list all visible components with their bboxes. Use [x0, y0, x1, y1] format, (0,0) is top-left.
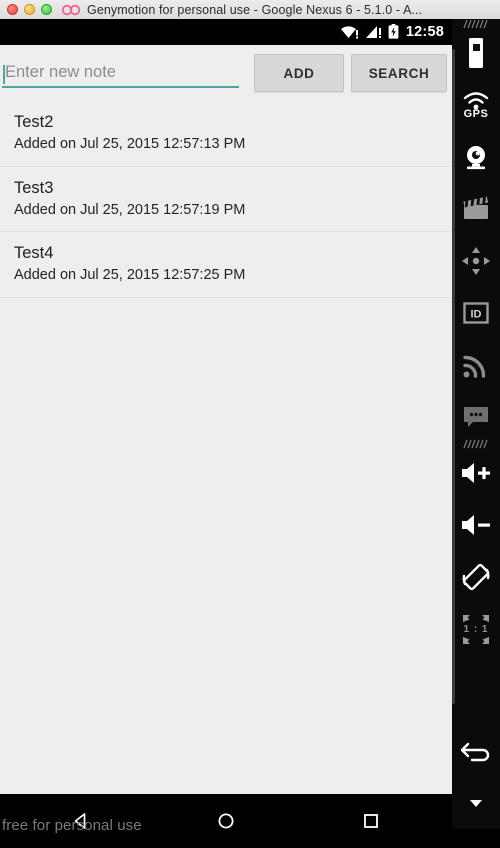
gps-icon[interactable]: GPS [452, 79, 500, 131]
cellular-warning-icon [365, 25, 383, 39]
zoom-one-to-one-icon[interactable]: 1 : 1 [452, 603, 500, 655]
note-toolbar: ADD SEARCH [0, 45, 452, 101]
note-timestamp: Added on Jul 25, 2015 12:57:13 PM [14, 136, 246, 153]
input-underline [2, 86, 239, 88]
dpad-icon[interactable] [452, 235, 500, 287]
note-list[interactable]: Test2 Added on Jul 25, 2015 12:57:13 PM … [0, 101, 452, 794]
device-screen: 12:58 ADD SEARCH Test2 Added on Jul 25, … [0, 19, 452, 848]
genymotion-logo-icon [61, 4, 81, 16]
android-nav-bar [0, 794, 452, 848]
note-input[interactable] [2, 58, 239, 88]
genymotion-toolbar: GPS ID 1: 1 [452, 19, 500, 829]
search-button[interactable]: SEARCH [351, 54, 447, 92]
status-clock: 12:58 [405, 23, 444, 40]
minimize-button[interactable] [24, 4, 35, 15]
recents-square-icon[interactable] [351, 801, 391, 841]
divider [463, 19, 488, 29]
window-title: Genymotion for personal use - Google Nex… [87, 2, 423, 17]
volume-down-icon[interactable] [452, 499, 500, 551]
note-title: Test4 [14, 244, 54, 263]
volume-up-icon[interactable] [452, 447, 500, 499]
note-input-wrapper[interactable] [2, 54, 239, 92]
home-circle-icon[interactable] [206, 801, 246, 841]
list-item[interactable]: Test4 Added on Jul 25, 2015 12:57:25 PM [0, 232, 452, 298]
sms-icon[interactable] [452, 391, 500, 443]
note-timestamp: Added on Jul 25, 2015 12:57:25 PM [14, 267, 246, 284]
camera-icon[interactable] [452, 131, 500, 183]
scrollbar[interactable] [452, 49, 455, 704]
app-content: ADD SEARCH Test2 Added on Jul 25, 2015 1… [0, 45, 452, 794]
screen-record-icon[interactable] [452, 183, 500, 235]
zoom-ratio-label: 1 : 1 [463, 623, 489, 635]
note-timestamp: Added on Jul 25, 2015 12:57:19 PM [14, 201, 246, 218]
identifiers-icon[interactable]: ID [452, 287, 500, 339]
android-status-bar: 12:58 [0, 19, 452, 45]
list-item[interactable]: Test2 Added on Jul 25, 2015 12:57:13 PM [0, 101, 452, 167]
network-icon[interactable] [452, 339, 500, 391]
divider [463, 439, 488, 449]
add-button[interactable]: ADD [254, 54, 344, 92]
gps-label: GPS [463, 107, 489, 120]
close-button[interactable] [7, 4, 18, 15]
more-chevron-icon[interactable] [452, 777, 500, 829]
note-title: Test2 [14, 113, 54, 131]
text-caret [3, 65, 5, 84]
battery-charging-icon [388, 24, 399, 39]
wifi-warning-icon [340, 25, 360, 39]
back-triangle-icon[interactable] [61, 801, 101, 841]
rotate-screen-icon[interactable] [452, 551, 500, 603]
battery-widget-icon[interactable] [452, 27, 500, 79]
list-item[interactable]: Test3 Added on Jul 25, 2015 12:57:19 PM [0, 166, 452, 233]
window-controls [0, 4, 52, 15]
zoom-button[interactable] [41, 4, 52, 15]
note-title: Test3 [14, 178, 54, 197]
window-titlebar: Genymotion for personal use - Google Nex… [0, 0, 500, 20]
back-arrow-icon[interactable] [452, 725, 500, 777]
svg-text:ID: ID [471, 309, 482, 321]
genymotion-window: Genymotion for personal use - Google Nex… [0, 0, 500, 848]
